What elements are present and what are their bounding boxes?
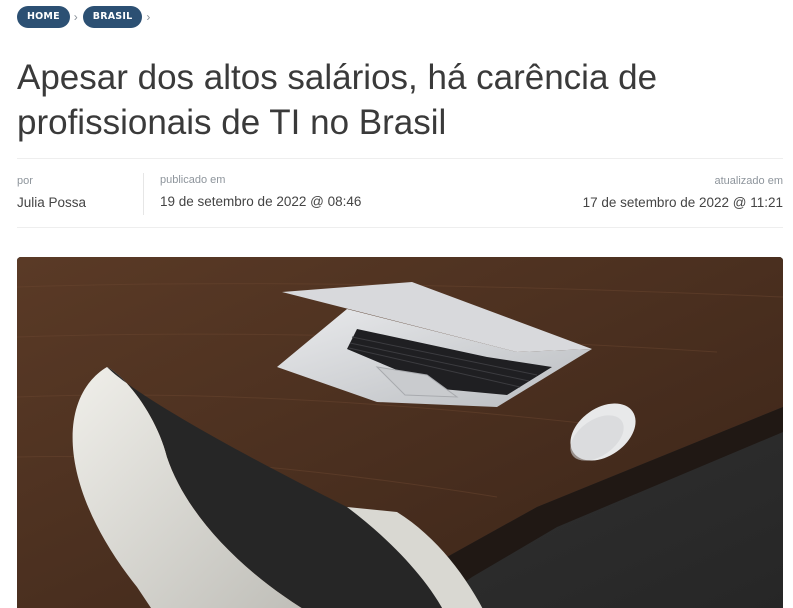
article-meta: por Julia Possa publicado em 19 de setem… bbox=[17, 158, 783, 228]
updated-date: 17 de setembro de 2022 @ 11:21 bbox=[582, 195, 783, 210]
author-block: por Julia Possa bbox=[17, 174, 86, 212]
breadcrumb: HOME › BRASIL › bbox=[17, 6, 155, 28]
published-block: publicado em 19 de setembro de 2022 @ 08… bbox=[143, 173, 361, 215]
updated-label: atualizado em bbox=[714, 175, 784, 187]
updated-block: atualizado em 17 de setembro de 2022 @ 1… bbox=[583, 174, 783, 212]
author-label: por bbox=[17, 175, 33, 187]
article-title-line-1: Apesar dos altos salários, há carência d… bbox=[17, 58, 658, 97]
author-name-link[interactable]: Julia Possa bbox=[17, 194, 86, 212]
breadcrumb-home-link[interactable]: HOME bbox=[17, 6, 70, 28]
published-date: 19 de setembro de 2022 @ 08:46 bbox=[160, 194, 362, 209]
article-title-line-2: profissionais de TI no Brasil bbox=[17, 103, 447, 142]
hero-image bbox=[17, 257, 783, 608]
laptop-desk-illustration bbox=[17, 257, 783, 608]
published-label: publicado em bbox=[160, 174, 226, 186]
article-title: Apesar dos altos salários, há carência d… bbox=[17, 55, 777, 145]
chevron-right-icon: › bbox=[73, 10, 78, 24]
chevron-right-icon: › bbox=[146, 10, 151, 24]
breadcrumb-brasil-link[interactable]: BRASIL bbox=[82, 6, 143, 28]
